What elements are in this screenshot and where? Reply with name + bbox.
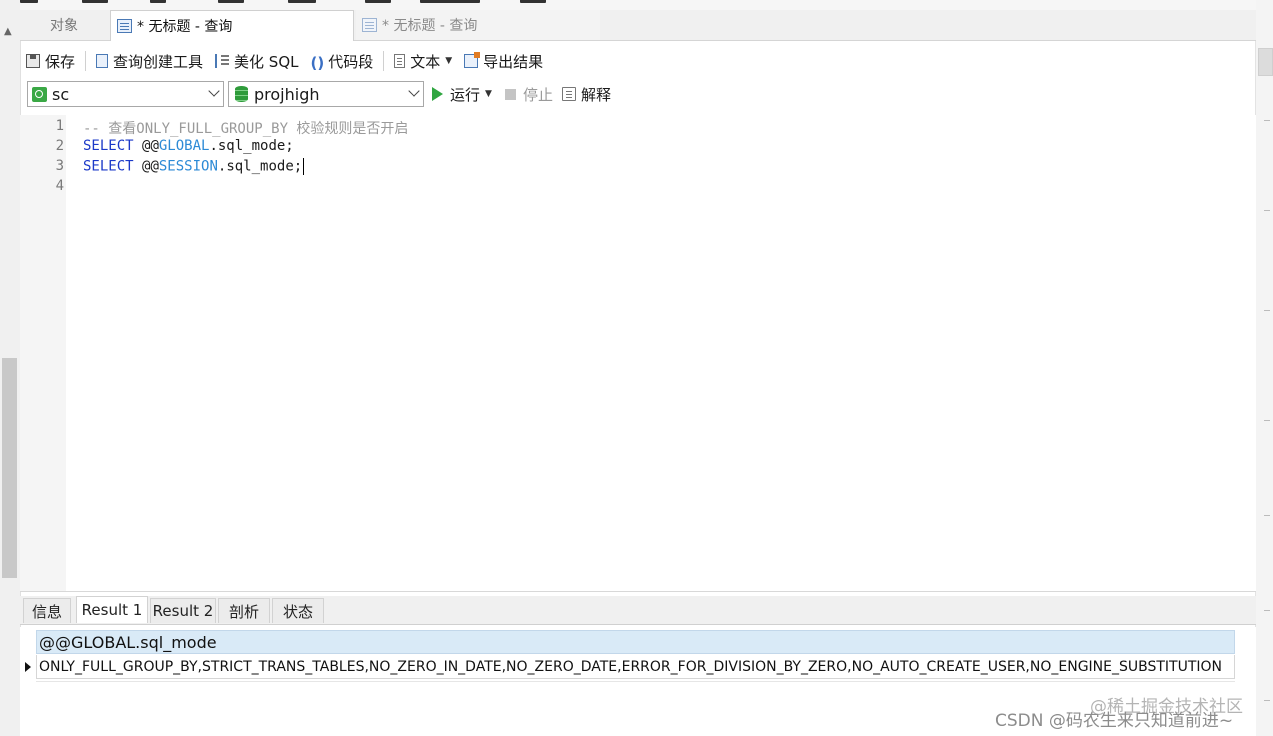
line-number: 4: [55, 178, 64, 194]
chevron-down-icon: [208, 85, 220, 97]
tab-profile[interactable]: 剖析: [218, 598, 270, 623]
right-scrollbar-thumb[interactable]: [1258, 48, 1273, 76]
connection-toolbar: sc projhigh 运行 ▼ 停止 解释: [20, 81, 1256, 109]
run-label: 运行: [450, 85, 481, 104]
scroll-tick: [1264, 515, 1270, 516]
table-cell[interactable]: ONLY_FULL_GROUP_BY,STRICT_TRANS_TABLES,N…: [36, 655, 1235, 679]
dropdown-caret-icon[interactable]: ▼: [485, 89, 492, 99]
toolbar-divider: [85, 51, 87, 71]
tab-query-active[interactable]: * 无标题 - 查询: [110, 10, 354, 41]
menu-bar-clipped: [20, 0, 1256, 10]
scroll-tick: [1264, 310, 1270, 311]
scroll-tick: [1264, 700, 1270, 701]
chevron-down-icon: [408, 85, 420, 97]
watermark-csdn: CSDN @码农生来只知道前进~: [995, 711, 1234, 731]
stop-button[interactable]: 停止: [505, 81, 553, 107]
explain-label: 解释: [581, 85, 612, 104]
line-number: 1: [55, 118, 64, 134]
scroll-tick: [1264, 120, 1270, 121]
query-builder-label: 查询创建工具: [113, 52, 204, 71]
tab-query-active-label: * 无标题 - 查询: [137, 19, 233, 35]
right-scroll-strip[interactable]: [1255, 0, 1273, 736]
code-snippet-label: 代码段: [328, 52, 374, 71]
dropdown-caret-icon[interactable]: ▼: [445, 56, 452, 66]
line-number: 3: [55, 158, 64, 174]
code-line-comment: -- 查看ONLY_FULL_GROUP_BY 校验规则是否开启: [83, 121, 409, 137]
beautify-icon: [215, 54, 230, 68]
parentheses-icon: (): [310, 54, 325, 72]
query-builder-icon: [96, 54, 109, 68]
scroll-up-arrow-icon[interactable]: ▲: [4, 26, 12, 37]
explain-button[interactable]: 解释: [562, 81, 611, 107]
document-icon: [394, 54, 406, 68]
export-results-button[interactable]: 导出结果: [458, 48, 549, 74]
query-table-icon: [117, 19, 132, 33]
result-tab-bar: 信息 Result 1 Result 2 剖析 状态: [20, 596, 1256, 625]
export-results-label: 导出结果: [483, 52, 544, 71]
database-icon: [235, 86, 248, 102]
beautify-sql-label: 美化 SQL: [234, 52, 299, 71]
stop-label: 停止: [523, 85, 554, 104]
tab-objects[interactable]: 对象: [20, 10, 108, 40]
query-table-icon: [362, 18, 377, 32]
sql-at-sign: @@: [142, 138, 159, 154]
database-select[interactable]: projhigh: [228, 81, 424, 107]
scroll-tick: [1264, 210, 1270, 211]
code-snippet-button[interactable]: () 代码段: [305, 48, 380, 74]
sql-system-var: GLOBAL: [158, 138, 210, 154]
tab-query-inactive[interactable]: * 无标题 - 查询: [356, 10, 600, 40]
beautify-sql-button[interactable]: 美化 SQL: [209, 48, 304, 74]
save-icon: [26, 54, 40, 68]
left-scroll-strip[interactable]: ▲: [0, 0, 21, 736]
tab-result-2[interactable]: Result 2: [150, 598, 216, 623]
sql-editor[interactable]: 1 2 3 4 -- 查看ONLY_FULL_GROUP_BY 校验规则是否开启…: [20, 115, 1256, 592]
tab-result-1[interactable]: Result 1: [76, 596, 148, 623]
text-cursor: [303, 158, 305, 175]
database-select-value: projhigh: [254, 84, 320, 104]
save-label: 保存: [45, 52, 76, 71]
scroll-tick: [1264, 610, 1270, 611]
text-mode-label: 文本: [410, 52, 441, 71]
run-button[interactable]: 运行 ▼: [432, 81, 492, 107]
code-line-global: SELECT @@GLOBAL.sql_mode;: [83, 138, 294, 154]
play-icon: [432, 87, 443, 101]
line-number: 2: [55, 138, 64, 154]
sql-at-sign: @@: [142, 158, 159, 175]
connection-select[interactable]: sc: [27, 81, 224, 107]
row-selector[interactable]: [20, 655, 36, 679]
connection-select-value: sc: [52, 84, 70, 104]
export-icon: [464, 52, 481, 68]
text-mode-button[interactable]: 文本 ▼: [388, 48, 458, 74]
explain-icon: [562, 87, 576, 101]
grid-bottom-border: [36, 681, 1235, 682]
toolbar-divider: [383, 51, 385, 71]
sql-identifier: .sql_mode;: [217, 158, 303, 175]
column-header[interactable]: @@GLOBAL.sql_mode: [36, 630, 1235, 654]
tab-info[interactable]: 信息: [23, 598, 71, 623]
document-tab-bar: 对象 * 无标题 - 查询 * 无标题 - 查询: [20, 10, 1256, 41]
left-scrollbar-thumb[interactable]: [2, 358, 17, 578]
sql-identifier: .sql_mode;: [209, 138, 294, 154]
sql-keyword: SELECT: [83, 158, 134, 175]
tab-objects-label: 对象: [50, 18, 78, 34]
query-toolbar: 保存 查询创建工具 美化 SQL () 代码段 文本 ▼ 导出结果: [20, 44, 1256, 78]
tab-status[interactable]: 状态: [272, 598, 324, 623]
save-button[interactable]: 保存: [20, 48, 81, 74]
stop-icon: [505, 88, 516, 100]
tab-query-inactive-label: * 无标题 - 查询: [382, 18, 478, 34]
sql-system-var: SESSION: [158, 158, 218, 175]
scroll-tick: [1264, 420, 1270, 421]
line-number-gutter: 1 2 3 4: [20, 115, 66, 591]
query-builder-button[interactable]: 查询创建工具: [90, 48, 209, 74]
sql-keyword: SELECT: [83, 138, 134, 154]
code-line-session: SELECT @@SESSION.sql_mode;: [83, 158, 305, 175]
connection-icon: [32, 86, 47, 102]
current-row-arrow-icon: [25, 662, 31, 672]
